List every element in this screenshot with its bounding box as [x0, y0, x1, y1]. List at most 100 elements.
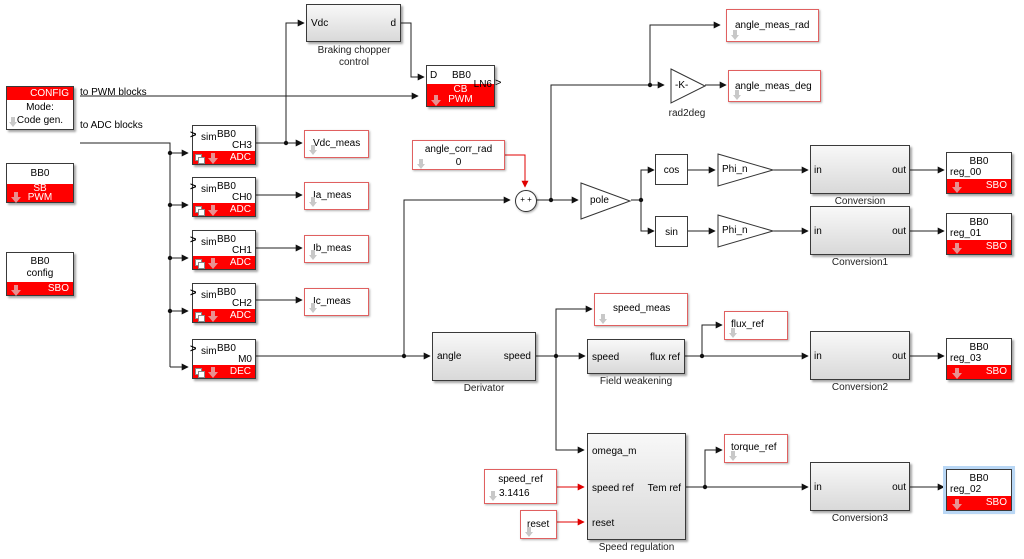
mask-arrow-icon [309, 250, 317, 260]
conversion-block[interactable]: in out [810, 145, 910, 194]
config-block[interactable]: CONFIG Mode: Code gen. [6, 86, 74, 130]
sbo-reg-label: reg_03 [950, 353, 982, 364]
sbo-reg-block[interactable]: BB0 reg_01 SBO [946, 213, 1012, 255]
field-weakening-block[interactable]: speed flux ref [587, 339, 685, 374]
sr-omega-port: omega_m [592, 446, 637, 457]
mask-arrow-icon [208, 258, 218, 269]
sbo-reg-block[interactable]: BB0 reg_02 SBO [943, 466, 1015, 514]
mask-arrow-icon [525, 527, 533, 537]
sbo-title: BB0 [969, 473, 989, 484]
config-sbo-title: BB0 [30, 256, 50, 267]
adc-channel: CH1 [231, 245, 252, 256]
conv-in-port: in [814, 482, 822, 493]
sin-label: sin [665, 227, 678, 238]
cb-pwm-block[interactable]: D BB0 CB PWM LN6 [426, 65, 495, 107]
adc-title: BB0 [217, 287, 236, 298]
sum-block[interactable]: + + [515, 190, 537, 212]
sbo-reg-block[interactable]: BB0 reg_03 SBO [946, 338, 1012, 380]
config-sbo-sub: config [26, 268, 54, 279]
conv-in-port: in [814, 351, 822, 362]
adc-block[interactable]: > sim BB0 CH1 ADC [190, 230, 256, 270]
copy-icon [195, 154, 205, 164]
dec-channel: M0 [238, 354, 252, 365]
braking-chopper-block[interactable]: Vdc d [306, 4, 401, 42]
pole-gain-label: pole [590, 195, 609, 206]
config-sbo-block[interactable]: BB0 config SBO [6, 252, 74, 296]
copy-icon [195, 368, 205, 378]
sim-port-icon: > [190, 129, 197, 141]
mask-arrow-icon [729, 328, 737, 338]
mask-arrow-icon [731, 30, 739, 40]
sr-caption: Speed regulation [598, 542, 675, 553]
sim-port-icon: > [190, 234, 197, 246]
sbo-title: BB0 [969, 342, 989, 353]
adc-block[interactable]: > sim BB0 CH0 ADC [190, 177, 256, 217]
mask-arrow-icon [952, 368, 962, 379]
conversion-caption: Conversion1 [831, 257, 889, 268]
adc-title: BB0 [217, 234, 236, 245]
sb-pwm-block[interactable]: BB0 SB PWM [6, 163, 74, 203]
adc-block[interactable]: > sim BB0 CH3 ADC [190, 125, 256, 165]
sr-out-port: Tem ref [647, 483, 681, 494]
sr-speedref-port: speed ref [592, 483, 634, 494]
speed-ref-name: speed_ref [498, 474, 543, 485]
goto-ia-meas[interactable]: Ia_meas [304, 182, 369, 210]
cos-block[interactable]: cos [655, 154, 688, 185]
goto-vdc-meas[interactable]: Vdc_meas [304, 130, 369, 158]
goto-torque-ref[interactable]: torque_ref [724, 434, 788, 463]
sbo-title: BB0 [969, 156, 989, 167]
goto-label: Ia_meas [313, 190, 352, 201]
sbo-reg-label: reg_00 [950, 167, 982, 178]
derivator-in-port: angle [437, 351, 462, 362]
goto-label: Ib_meas [313, 243, 352, 254]
goto-speed-meas[interactable]: speed_meas [594, 293, 688, 326]
angle-corr-constant[interactable]: angle_corr_rad 0 [412, 140, 505, 170]
conversion-block[interactable]: in out [810, 206, 910, 255]
sim-port-icon: > [190, 287, 197, 299]
mask-arrow-icon [952, 243, 962, 254]
sbo-reg-label: reg_01 [950, 228, 982, 239]
adc-channel: CH0 [231, 192, 252, 203]
rad2deg-caption: rad2deg [668, 108, 706, 119]
goto-label: angle_meas_deg [735, 81, 812, 92]
sim-port-icon: > [190, 343, 197, 355]
adc-channel: CH2 [231, 298, 252, 309]
adc-block[interactable]: > sim BB0 CH2 ADC [190, 283, 256, 323]
goto-flux-ref[interactable]: flux_ref [724, 311, 788, 340]
goto-label: angle_meas_rad [735, 20, 810, 31]
goto-ib-meas[interactable]: Ib_meas [304, 235, 369, 263]
goto-angle-meas-deg[interactable]: angle_meas_deg [728, 70, 821, 102]
speed-regulation-block[interactable]: omega_m speed ref reset Tem ref [587, 433, 686, 540]
adc-channel: CH3 [231, 140, 252, 151]
fw-in-port: speed [592, 352, 620, 363]
mask-arrow-icon [952, 182, 962, 193]
copy-icon [195, 259, 205, 269]
angle-corr-value: 0 [455, 157, 462, 168]
to-pwm-label: to PWM blocks [80, 87, 147, 98]
mask-arrow-icon [11, 285, 21, 296]
dec-block[interactable]: sim BB0 M0 DEC > [190, 339, 256, 379]
speed-ref-value: 3.1416 [499, 488, 530, 499]
conversion-block[interactable]: in out [810, 331, 910, 380]
conv-in-port: in [814, 165, 822, 176]
adc-sim-label: sim [201, 237, 217, 248]
copy-icon [195, 206, 205, 216]
goto-angle-meas-rad[interactable]: angle_meas_rad [726, 9, 819, 42]
conv-out-port: out [892, 226, 906, 237]
chopper-caption: Braking chopper control [317, 45, 391, 68]
speed-ref-constant[interactable]: speed_ref 3.1416 [484, 469, 557, 504]
derivator-caption: Derivator [463, 383, 505, 394]
mask-arrow-icon [733, 90, 741, 100]
derivator-block[interactable]: angle speed [432, 332, 536, 381]
goto-ic-meas[interactable]: Ic_meas [304, 288, 369, 316]
goto-label: Vdc_meas [313, 138, 361, 149]
sbo-reg-block[interactable]: BB0 reg_00 SBO [946, 152, 1012, 194]
conv-out-port: out [892, 482, 906, 493]
conversion-caption: Conversion2 [831, 382, 889, 393]
chopper-out-port: d [390, 18, 396, 29]
sb-pwm-title: BB0 [30, 168, 50, 179]
mask-arrow-icon [9, 117, 17, 127]
conversion-block[interactable]: in out [810, 462, 910, 511]
sin-block[interactable]: sin [655, 216, 688, 247]
reset-constant[interactable]: reset [520, 510, 557, 539]
